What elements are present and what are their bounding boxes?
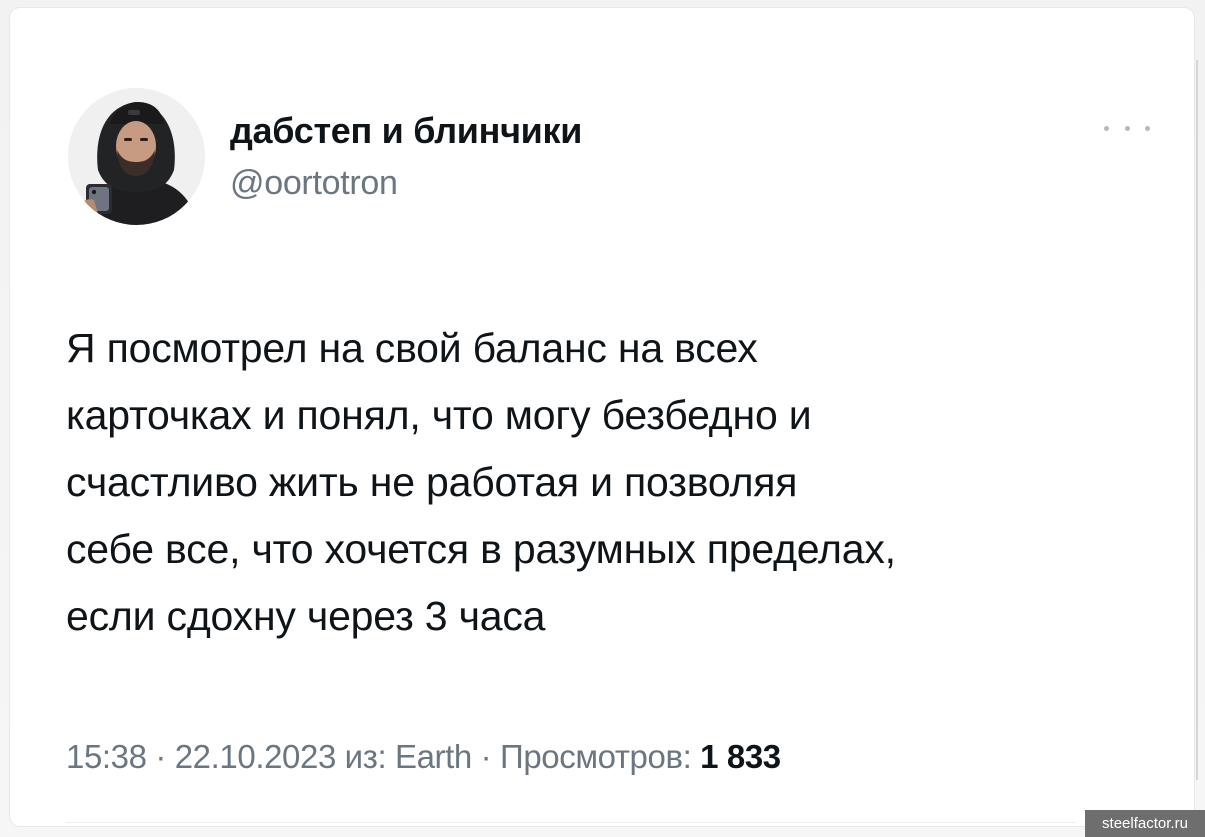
author-handle[interactable]: @oortotron	[230, 164, 398, 203]
more-horizontal-icon	[1124, 125, 1130, 131]
views-label: Просмотров:	[500, 738, 701, 775]
screenshot-frame: дабстеп и блинчики @oortotron Я посмотре…	[0, 0, 1205, 837]
more-options-button[interactable]	[1104, 116, 1150, 140]
tweet-text-line: Я посмотрел на свой баланс на всех	[66, 325, 758, 371]
avatar-image	[68, 88, 205, 225]
card-edge-shadow	[1196, 60, 1198, 780]
divider	[66, 822, 1076, 823]
avatar[interactable]	[68, 88, 205, 225]
tweet-text: Я посмотрел на свой баланс на всех карто…	[66, 315, 1176, 650]
tweet-text-line: если сдохну через 3 часа	[66, 593, 546, 639]
meta-separator: ·	[146, 738, 175, 775]
meta-separator: ·	[471, 738, 500, 775]
views-count[interactable]: 1 833	[700, 738, 781, 775]
tweet-metadata: 15:38 · 22.10.2023 из: Earth · Просмотро…	[66, 738, 781, 776]
tweet-text-line: счастливо жить не работая и позволяя	[66, 459, 798, 505]
source-prefix: из:	[335, 738, 395, 775]
author-display-name[interactable]: дабстеп и блинчики	[230, 110, 582, 152]
tweet-date[interactable]: 22.10.2023	[175, 738, 337, 775]
more-horizontal-icon	[1145, 125, 1150, 131]
tweet-text-line: себе все, что хочется в разумных предела…	[66, 526, 896, 572]
tweet-text-line: карточках и понял, что могу безбедно и	[66, 392, 812, 438]
tweet-time[interactable]: 15:38	[66, 738, 147, 775]
more-horizontal-icon	[1104, 125, 1109, 131]
tweet-source: Earth	[394, 738, 472, 775]
watermark: steelfactor.ru	[1085, 810, 1205, 837]
